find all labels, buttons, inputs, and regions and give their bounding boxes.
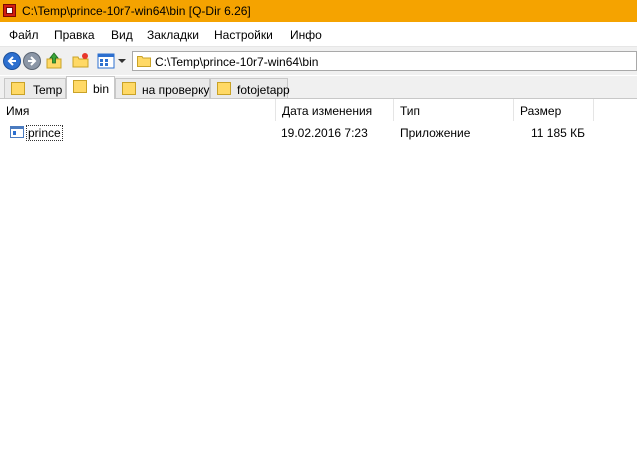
folder-icon (217, 82, 231, 98)
column-date[interactable]: Дата изменения (276, 99, 394, 121)
file-size: 11 185 КБ (530, 126, 585, 140)
app-icon (3, 4, 16, 17)
column-type[interactable]: Тип (394, 99, 514, 121)
title-bar[interactable]: C:\Temp\prince-10r7-win64\bin [Q-Dir 6.2… (0, 0, 637, 22)
menu-bar: Файл Правка Вид Закладки Настройки Инфо (0, 22, 637, 47)
tab-temp[interactable]: Temp (4, 78, 66, 98)
list-item[interactable]: prince 19.02.2016 7:23 Приложение 11 185… (0, 122, 637, 142)
application-icon (10, 126, 24, 141)
folder-icon (11, 82, 25, 98)
view-icon[interactable] (97, 52, 115, 70)
tab-fotojetapp[interactable]: fotojetapp (210, 78, 290, 98)
column-label: Имя (6, 104, 30, 118)
menu-edit[interactable]: Правка (54, 28, 95, 42)
column-size[interactable]: Размер (514, 99, 594, 121)
folder-icon (137, 55, 151, 70)
tab-bin[interactable]: bin (66, 76, 115, 99)
address-bar[interactable]: C:\Temp\prince-10r7-win64\bin (132, 51, 637, 71)
tab-bar: Temp bin на проверку fotojetapp (0, 76, 637, 99)
folder-icon (73, 80, 87, 96)
chevron-down-icon[interactable] (117, 52, 127, 70)
tab-label: на проверку (142, 83, 210, 97)
file-name: prince (26, 125, 63, 141)
new-folder-icon[interactable] (72, 52, 90, 70)
tab-label: bin (93, 82, 110, 96)
column-label: Размер (520, 104, 562, 118)
column-label: Тип (400, 104, 421, 118)
column-name[interactable]: Имя (0, 99, 276, 121)
window-title: C:\Temp\prince-10r7-win64\bin [Q-Dir 6.2… (22, 4, 251, 18)
back-icon[interactable] (3, 52, 21, 70)
toolbar: C:\Temp\prince-10r7-win64\bin (0, 47, 637, 75)
menu-bookmarks[interactable]: Закладки (147, 28, 199, 42)
address-path: C:\Temp\prince-10r7-win64\bin (155, 55, 319, 69)
up-folder-icon[interactable] (45, 52, 63, 70)
file-date: 19.02.2016 7:23 (281, 126, 368, 140)
forward-icon[interactable] (23, 52, 41, 70)
column-label: Дата изменения (282, 104, 373, 118)
tab-label: Temp (33, 83, 63, 97)
menu-view[interactable]: Вид (111, 28, 133, 42)
tab-label: fotojetapp (237, 83, 290, 97)
list-header: Имя Дата изменения Тип Размер (0, 99, 637, 121)
menu-file[interactable]: Файл (9, 28, 39, 42)
menu-settings[interactable]: Настройки (214, 28, 273, 42)
tab-na-proverku[interactable]: на проверку (115, 78, 210, 98)
folder-icon (122, 82, 136, 98)
file-type: Приложение (400, 126, 471, 140)
menu-info[interactable]: Инфо (290, 28, 322, 42)
